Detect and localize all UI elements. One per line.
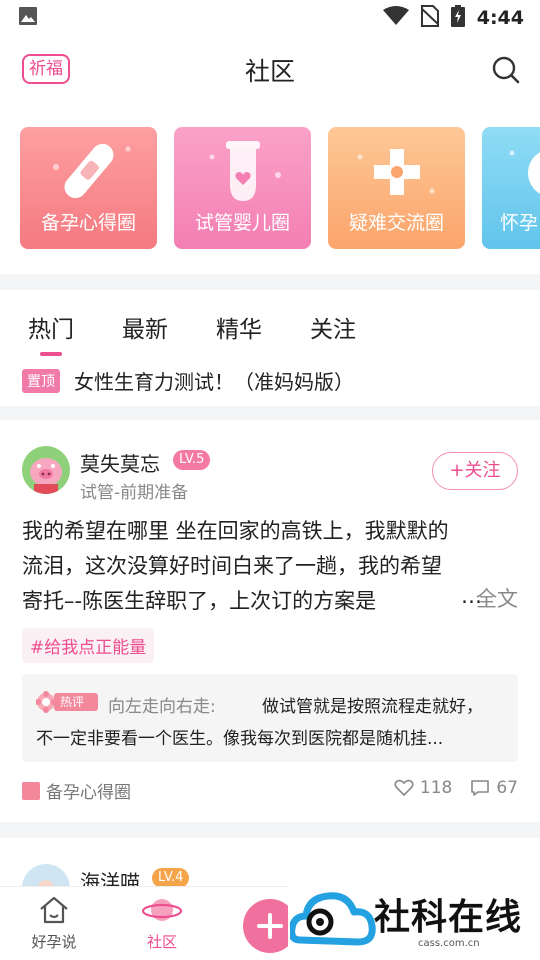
circle-card-yinan[interactable]: 疑难交流圈 xyxy=(328,127,465,249)
search-icon[interactable] xyxy=(490,54,522,86)
circle-card-label: 备孕心得圈 xyxy=(40,212,136,234)
tab-hot[interactable]: 热门 xyxy=(28,310,74,356)
tab-latest[interactable]: 最新 xyxy=(122,310,168,344)
header: 祈福 社区 xyxy=(0,36,540,102)
circle-card-label: 怀孕 xyxy=(500,212,539,234)
no-sim-icon xyxy=(420,5,440,31)
level-badge: LV.4 xyxy=(152,868,190,888)
post-line: 寄托–-陈医生辞职了，上次订的方案是 xyxy=(22,589,377,613)
status-bar: 4:44 xyxy=(0,0,540,36)
hot-comment-badge: 热评 xyxy=(60,695,85,709)
heart-icon xyxy=(394,779,414,797)
wifi-icon xyxy=(382,6,409,30)
gallery-icon xyxy=(18,6,38,30)
circle-card-label: 疑难交流圈 xyxy=(348,212,444,234)
user-stage: 试管-前期准备 xyxy=(80,483,189,503)
circle-card-label: 试管婴儿圈 xyxy=(194,212,290,234)
post-circle-name: 备孕心得圈 xyxy=(46,783,131,803)
community-screen: 4:44 祈福 社区 备孕心得圈 试管婴儿圈 疑难交流圈 怀孕 热门 最新 精华… xyxy=(0,0,540,960)
hot-comment-author[interactable]: 向左走向右走: xyxy=(108,692,216,717)
circle-card-shiguan[interactable]: 试管婴儿圈 xyxy=(174,127,311,249)
post-body[interactable]: 我的希望在哪里 坐在回家的高铁上，我默默的 流泪，这次没算好时间白来了一趟，我的… xyxy=(22,514,520,619)
planet-icon xyxy=(141,899,183,921)
post-line: 我的希望在哪里 坐在回家的高铁上，我默默的 xyxy=(22,519,449,543)
circle-card-huaiyun[interactable]: 怀孕 xyxy=(482,127,540,249)
post-line: 流泪，这次没算好时间白来了一趟，我的希望 xyxy=(22,554,442,578)
pinned-post[interactable]: 置顶 女性生育力测试！（准妈妈版） xyxy=(22,366,354,395)
follow-button[interactable]: +关注 xyxy=(432,452,518,490)
tab-featured[interactable]: 精华 xyxy=(216,310,262,344)
topic-tag[interactable]: #给我点正能量 xyxy=(22,628,155,663)
nav-label: 社区 xyxy=(146,933,177,951)
cloud-logo-icon xyxy=(290,892,376,946)
like-count: 118 xyxy=(419,778,453,798)
comment-count: 67 xyxy=(496,778,518,798)
circle-icon xyxy=(22,781,40,800)
circle-cards: 备孕心得圈 试管婴儿圈 疑难交流圈 怀孕 xyxy=(0,102,540,274)
watermark-logo: 社科在线 cass.com.cn xyxy=(288,878,540,960)
nav-item-community[interactable]: 社区 xyxy=(122,895,202,952)
watermark-text: 社科在线 xyxy=(374,897,523,938)
like-stat[interactable]: 118 xyxy=(394,778,452,798)
circle-card-beiyun[interactable]: 备孕心得圈 xyxy=(20,127,157,249)
post-card[interactable]: 莫失莫忘 LV.5 试管-前期准备 +关注 我的希望在哪里 坐在回家的高铁上，我… xyxy=(0,420,540,822)
feed-tabs: 热门 最新 精华 关注 xyxy=(28,310,356,356)
hot-comment[interactable]: 热评 向左走向右走: 做试管就是按照流程走就好， 不一定非要看一个医生。像我每次… xyxy=(22,674,518,762)
username[interactable]: 莫失莫忘 xyxy=(80,448,160,477)
avatar[interactable] xyxy=(22,446,70,494)
post-stats: 118 67 xyxy=(394,778,518,798)
level-badge: LV.5 xyxy=(173,450,211,470)
post-circle-link[interactable]: 备孕心得圈 xyxy=(22,778,131,803)
watermark-url: cass.com.cn xyxy=(418,938,480,949)
home-icon xyxy=(40,896,68,924)
hot-comment-text: 不一定非要看一个医生。像我每次到医院都是随机挂... xyxy=(36,729,444,749)
status-icons: 4:44 xyxy=(382,5,524,31)
tab-following[interactable]: 关注 xyxy=(310,310,356,344)
pinned-badge: 置顶 xyxy=(22,368,60,393)
hot-comment-text: 做试管就是按照流程走就好， xyxy=(262,697,483,717)
pinned-title: 女性生育力测试！（准妈妈版） xyxy=(74,370,354,394)
feed-tabs-section: 热门 最新 精华 关注 置顶 女性生育力测试！（准妈妈版） xyxy=(0,290,540,406)
nav-item-haoyunshuo[interactable]: 好孕说 xyxy=(14,895,94,952)
status-time: 4:44 xyxy=(476,7,524,29)
full-text-link[interactable]: 全文 xyxy=(476,583,518,613)
comment-icon xyxy=(471,780,490,796)
battery-charging-icon xyxy=(450,5,465,31)
page-title: 社区 xyxy=(244,57,295,86)
nav-label: 好孕说 xyxy=(31,933,77,951)
comment-stat[interactable]: 67 xyxy=(470,778,518,798)
